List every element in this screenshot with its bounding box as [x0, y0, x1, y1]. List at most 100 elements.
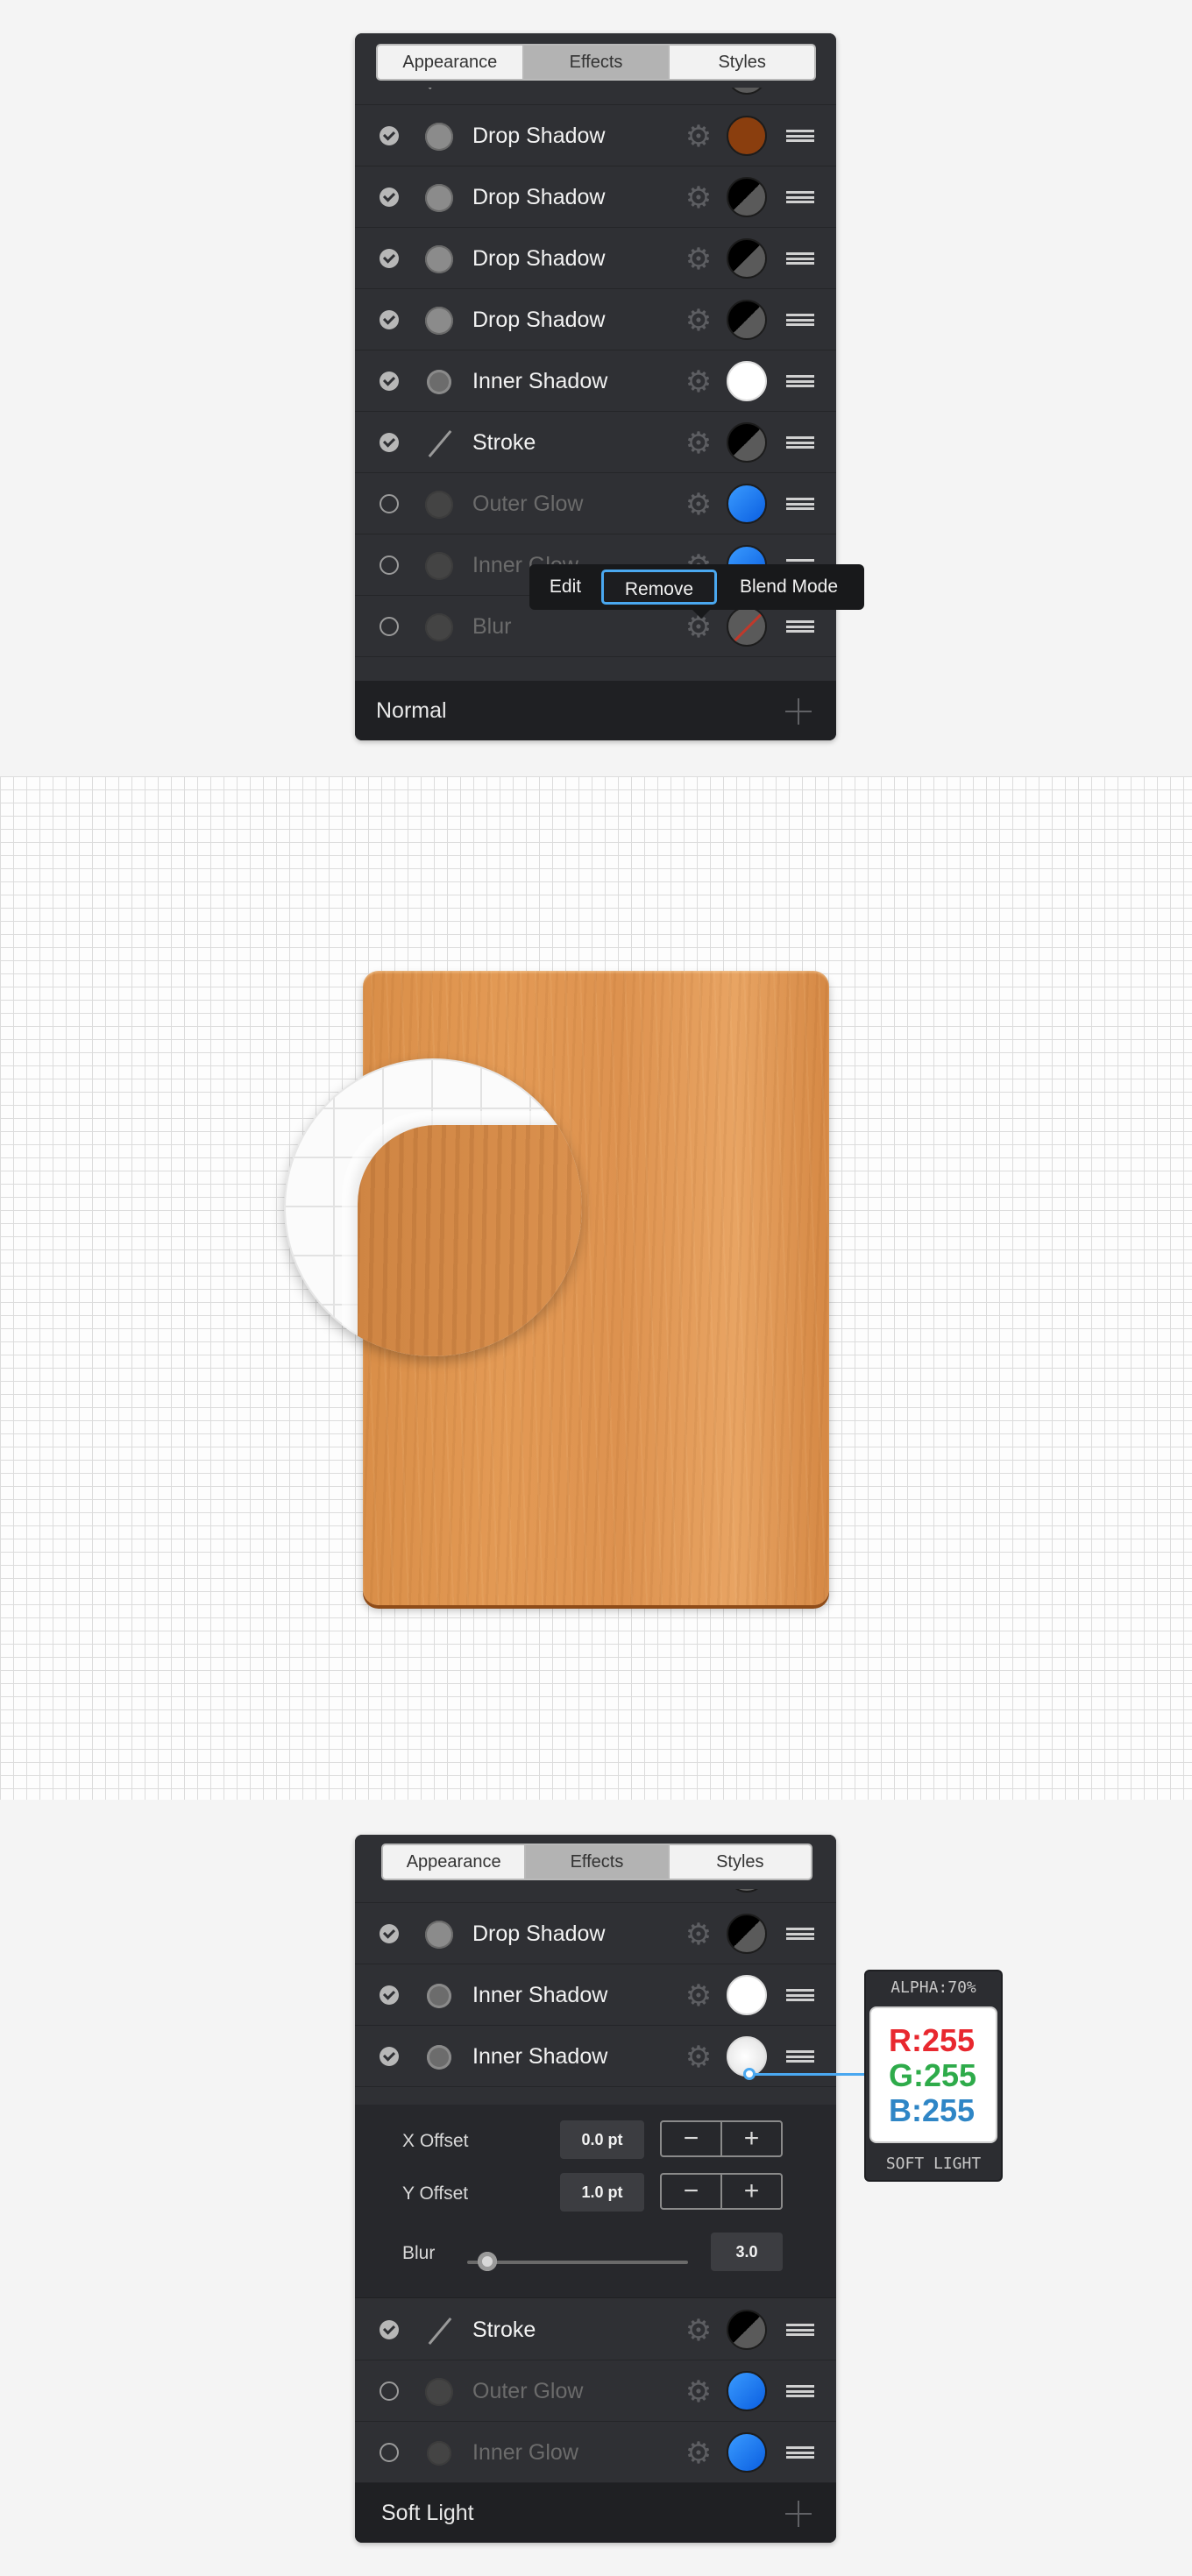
effect-row-stroke[interactable]: Stroke ⚙ [355, 2299, 836, 2360]
tab-appearance[interactable]: Appearance [383, 1845, 527, 1879]
enable-checkbox[interactable] [380, 372, 399, 391]
blend-mode-label[interactable]: Soft Light [381, 2483, 474, 2543]
drag-handle-icon[interactable] [786, 2050, 814, 2063]
drag-handle-icon[interactable] [786, 1989, 814, 2001]
enable-checkbox[interactable] [380, 433, 399, 452]
effect-preview-icon [425, 184, 453, 212]
effect-label: Outer Glow [472, 2379, 584, 2403]
effect-row-drop-shadow[interactable]: Drop Shadow ⚙ [355, 289, 836, 350]
color-swatch[interactable] [727, 2371, 767, 2411]
drag-handle-icon[interactable] [786, 2324, 814, 2336]
color-swatch[interactable] [727, 238, 767, 279]
gear-icon[interactable]: ⚙ [683, 1919, 714, 1950]
drag-handle-icon[interactable] [786, 252, 814, 265]
gear-icon[interactable]: ⚙ [683, 121, 714, 152]
color-swatch[interactable] [727, 116, 767, 156]
enable-checkbox[interactable] [380, 310, 399, 329]
effect-row-inner-shadow[interactable]: Inner Shadow ⚙ [355, 350, 836, 412]
blur-slider-knob[interactable] [477, 2252, 497, 2271]
enable-checkbox[interactable] [380, 188, 399, 207]
color-swatch[interactable] [727, 177, 767, 217]
effect-row-inner-shadow[interactable]: Inner Shadow ⚙ [355, 1964, 836, 2026]
enable-checkbox[interactable] [380, 2320, 399, 2339]
edit-menu-item[interactable]: Edit [529, 577, 601, 598]
blur-field[interactable]: 3.0 [711, 2233, 783, 2271]
tab-styles[interactable]: Styles [670, 46, 814, 79]
effect-row-drop-shadow[interactable]: Drop Shadow ⚙ [355, 166, 836, 228]
x-offset-field[interactable]: 0.0 pt [560, 2120, 644, 2159]
enable-checkbox[interactable] [380, 2047, 399, 2066]
y-offset-field[interactable]: 1.0 pt [560, 2173, 644, 2212]
plus-icon[interactable] [785, 2501, 812, 2527]
red-value: R:255 [889, 2022, 976, 2058]
blend-mode-label[interactable]: Normal [376, 681, 447, 740]
decrement-button[interactable]: − [662, 2175, 722, 2208]
drag-handle-icon[interactable] [786, 436, 814, 449]
drag-handle-icon[interactable] [786, 130, 814, 142]
plus-icon[interactable] [785, 698, 812, 725]
gear-icon[interactable]: ⚙ [683, 2376, 714, 2408]
effect-label: Drop Shadow [472, 308, 606, 332]
effect-row-stroke[interactable]: Stroke ⚙ [355, 412, 836, 473]
enable-checkbox[interactable] [380, 1985, 399, 2005]
enable-checkbox[interactable] [380, 617, 399, 636]
blur-label: Blur [402, 2243, 436, 2263]
gear-icon[interactable]: ⚙ [683, 489, 714, 520]
drag-handle-icon[interactable] [786, 191, 814, 203]
effect-row-drop-shadow[interactable]: Drop Shadow ⚙ [355, 1903, 836, 1964]
enable-checkbox[interactable] [380, 2443, 399, 2462]
enable-checkbox[interactable] [380, 494, 399, 513]
tab-bar: Appearance Effects Styles [355, 1835, 836, 1889]
color-swatch[interactable] [727, 606, 767, 647]
effect-row-inner-shadow[interactable]: Inner Shadow ⚙ [355, 2026, 836, 2087]
enable-checkbox[interactable] [380, 556, 399, 575]
color-swatch[interactable] [727, 422, 767, 463]
gear-icon[interactable]: ⚙ [683, 366, 714, 398]
enable-checkbox[interactable] [380, 1924, 399, 1943]
effect-label: Inner Shadow [472, 1983, 608, 2007]
drag-handle-icon[interactable] [786, 498, 814, 510]
gear-icon[interactable]: ⚙ [683, 428, 714, 459]
tab-effects[interactable]: Effects [526, 1845, 670, 1879]
enable-checkbox[interactable] [380, 2381, 399, 2401]
effect-row-outer-glow[interactable]: Outer Glow ⚙ [355, 2360, 836, 2422]
effect-label: Inner Shadow [472, 369, 608, 393]
blend-mode-menu-item[interactable]: Blend Mode [717, 577, 861, 598]
decrement-button[interactable]: − [662, 2122, 722, 2155]
drag-handle-icon[interactable] [786, 2446, 814, 2459]
blur-slider-track[interactable] [467, 2261, 688, 2264]
effect-label: Blur [472, 614, 512, 639]
effect-row-outer-glow[interactable]: Outer Glow ⚙ [355, 473, 836, 534]
enable-checkbox[interactable] [380, 126, 399, 145]
color-swatch[interactable] [727, 1914, 767, 1954]
drag-handle-icon[interactable] [786, 1928, 814, 1940]
gear-icon[interactable]: ⚙ [683, 2315, 714, 2346]
tab-effects[interactable]: Effects [523, 46, 670, 79]
gear-icon[interactable]: ⚙ [683, 305, 714, 336]
effect-preview-icon [425, 2378, 453, 2406]
tab-styles[interactable]: Styles [670, 1845, 811, 1879]
tab-appearance[interactable]: Appearance [378, 46, 524, 79]
enable-checkbox[interactable] [380, 249, 399, 268]
drag-handle-icon[interactable] [786, 620, 814, 633]
color-swatch[interactable] [727, 484, 767, 524]
effect-row-drop-shadow[interactable]: Drop Shadow ⚙ [355, 105, 836, 166]
color-swatch[interactable] [727, 1975, 767, 2015]
gear-icon[interactable]: ⚙ [683, 2438, 714, 2469]
drag-handle-icon[interactable] [786, 375, 814, 387]
remove-menu-item[interactable]: Remove [601, 570, 717, 605]
color-swatch[interactable] [727, 361, 767, 401]
gear-icon[interactable]: ⚙ [683, 2042, 714, 2073]
effect-row-inner-glow[interactable]: Inner Glow ⚙ [355, 2422, 836, 2483]
effect-row-drop-shadow[interactable]: Drop Shadow ⚙ [355, 228, 836, 289]
color-swatch[interactable] [727, 2432, 767, 2473]
gear-icon[interactable]: ⚙ [683, 1980, 714, 2012]
drag-handle-icon[interactable] [786, 2385, 814, 2397]
gear-icon[interactable]: ⚙ [683, 182, 714, 214]
color-swatch[interactable] [727, 300, 767, 340]
color-swatch[interactable] [727, 2310, 767, 2350]
drag-handle-icon[interactable] [786, 314, 814, 326]
increment-button[interactable]: + [722, 2175, 781, 2208]
gear-icon[interactable]: ⚙ [683, 244, 714, 275]
increment-button[interactable]: + [722, 2122, 781, 2155]
